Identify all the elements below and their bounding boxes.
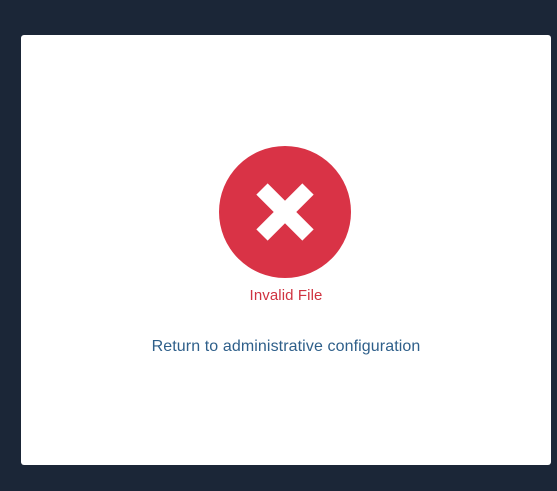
return-to-admin-config-link[interactable]: Return to administrative configuration xyxy=(21,338,551,356)
status-message: Invalid File xyxy=(249,287,323,304)
error-x-circle-icon xyxy=(219,146,351,278)
invalid-file-dialog: Invalid File Return to administrative co… xyxy=(21,35,551,465)
